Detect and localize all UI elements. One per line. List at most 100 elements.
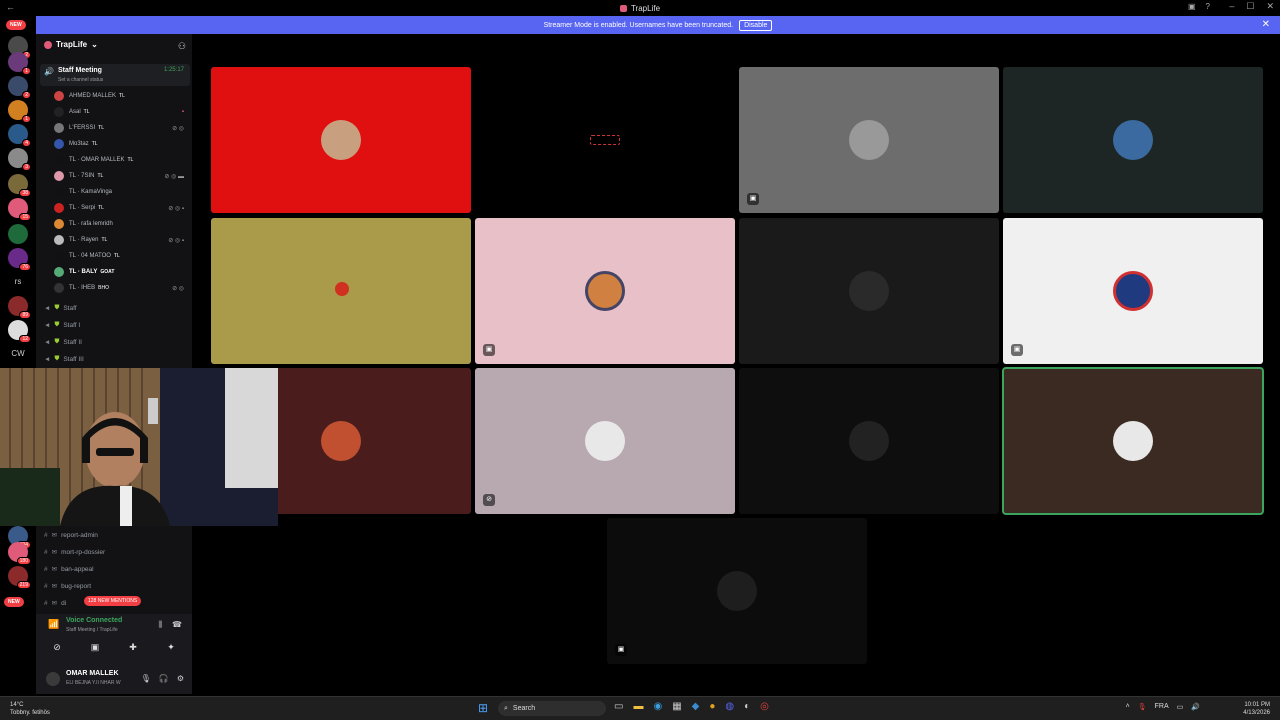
participant-tile-speaking[interactable] [1002, 367, 1264, 515]
text-channel-bug-report[interactable]: # ✉ bug-report [44, 579, 184, 593]
back-arrow-icon[interactable]: ← [6, 2, 15, 12]
weather-widget[interactable]: 14°C Tobbny. fetihös [10, 701, 50, 717]
voice-member[interactable]: TL · BALY GOAT [54, 265, 188, 279]
server-icon[interactable]: 1 [8, 100, 31, 123]
add-member-icon[interactable]: ⚇ [178, 41, 186, 52]
steam-icon[interactable]: ◐ [744, 701, 750, 712]
server-icon[interactable]: 15 [8, 198, 31, 221]
mail-icon: ✉ [51, 583, 58, 590]
activities-button[interactable]: ✚ [118, 642, 148, 658]
disable-button[interactable]: Disable [739, 19, 773, 31]
participant-tile[interactable] [739, 368, 999, 514]
voice-member[interactable]: TL · Rayen TL ⊘ ◎ ▪ [54, 233, 188, 247]
voice-member[interactable]: TL · 7SIN TL ⊘ ◎ ▬ [54, 169, 188, 183]
voice-member[interactable]: Asal TL ▪ [54, 105, 188, 119]
participant-tile[interactable]: ▣ [1003, 218, 1263, 364]
voice-channel-staff-meeting[interactable]: 🔊 Staff Meeting 1:25:17 Set a channel st… [40, 64, 190, 86]
chrome-icon[interactable]: ● [709, 701, 715, 712]
volume-icon[interactable]: 🔊 [1191, 703, 1200, 711]
speaker-icon: ◄ [44, 338, 51, 346]
participant-tile[interactable]: ⊘ [475, 368, 735, 514]
voice-location[interactable]: Staff Meeting / TrapLife [66, 627, 118, 633]
server-icon[interactable]: 38 [8, 174, 31, 197]
minimize-button[interactable]: – [1229, 1, 1234, 12]
server-icon[interactable]: 12 [8, 320, 31, 343]
participant-tile[interactable] [739, 218, 999, 364]
participant-tile[interactable] [475, 67, 735, 213]
text-channel-report-admin[interactable]: # ✉ report-admin [44, 528, 184, 542]
voice-connected-label[interactable]: Voice Connected [66, 617, 122, 624]
server-icon[interactable]: 4 [8, 124, 31, 147]
headphones-icon[interactable]: 🎧 [159, 674, 169, 683]
server-icon[interactable]: 3 [8, 148, 31, 171]
voice-member[interactable]: AHMED MALLEK TL [54, 89, 188, 103]
avatar[interactable] [46, 672, 60, 686]
avatar [1113, 421, 1153, 461]
app-icon[interactable]: ◆ [692, 701, 700, 712]
server-icon[interactable]: 89 [8, 296, 31, 319]
voice-channel-staff[interactable]: ◄ ⛊ Staff [44, 301, 184, 315]
task-view-icon[interactable]: ▭ [614, 701, 623, 712]
server-icon[interactable] [8, 224, 28, 244]
new-mentions-badge[interactable]: 128 NEW MENTIONS [84, 596, 142, 606]
gear-icon[interactable]: ⚙ [177, 674, 184, 683]
taskbar-search[interactable]: ⌕ Search [498, 701, 606, 716]
network-icon[interactable]: ▭ [1177, 703, 1184, 711]
screen-share-button[interactable]: ▣ [80, 642, 110, 658]
voice-member[interactable]: L'FERSSI TL ⊘ ◎ [54, 121, 188, 135]
camera-off-button[interactable]: ⊘ [42, 642, 72, 658]
voice-member[interactable]: TL · Serpi TL ⊘ ◎ ▪ [54, 201, 188, 215]
soundboard-button[interactable]: ✦ [156, 642, 186, 658]
windows-start-icon[interactable]: ⊞ [478, 701, 488, 715]
voice-member[interactable]: TL · 04 MATOO TL [54, 249, 188, 263]
microphone-icon[interactable]: 🎙 [1138, 703, 1147, 711]
live-stream-icon: ▣ [483, 344, 495, 356]
disconnect-icon[interactable]: ☎ [172, 620, 182, 630]
language-indicator[interactable]: FRA [1155, 703, 1169, 711]
server-icon[interactable]: 2 [8, 76, 31, 99]
noise-suppression-icon[interactable]: ⫼ [158, 620, 162, 630]
participant-tile[interactable] [211, 67, 471, 213]
edge-icon[interactable]: ◉ [653, 701, 662, 712]
voice-channel-staff-iii[interactable]: ◄ ⛊ Staff III [44, 352, 184, 366]
voice-member[interactable]: TL · OMAR MALLEK TL [54, 153, 188, 167]
channel-status-placeholder[interactable]: Set a channel status [58, 77, 103, 83]
search-icon: ⌕ [504, 704, 508, 712]
file-explorer-icon[interactable]: ▬ [633, 701, 643, 712]
voice-member[interactable]: Mo3taz TL [54, 137, 188, 151]
microphone-icon[interactable]: 🎙 [141, 674, 151, 683]
maximize-button[interactable]: ☐ [1246, 1, 1254, 12]
participant-tile[interactable]: ▣ [607, 518, 867, 664]
voice-channel-staff-ii[interactable]: ◄ ⛊ Staff II [44, 335, 184, 349]
participant-tile[interactable] [211, 218, 471, 364]
text-channel-mort-rp-dossier[interactable]: # ✉ mort-rp-dossier [44, 545, 184, 559]
participant-tile[interactable]: ▣ [739, 67, 999, 213]
clock[interactable]: 10:01 PM 4/13/2026 [1243, 701, 1270, 717]
signal-icon[interactable]: 📶 [48, 619, 59, 630]
voice-channel-staff-i[interactable]: ◄ ⛊ Staff I [44, 318, 184, 332]
inbox-icon[interactable]: ▣ [1188, 2, 1196, 11]
voice-member[interactable]: TL · IHEB BHO ⊘ ◎ [54, 281, 188, 295]
voice-member[interactable]: TL · rafa lemridh [54, 217, 188, 231]
server-icon[interactable]: 180 [8, 542, 31, 565]
server-text-rs[interactable]: rs [8, 272, 28, 292]
server-text-cw[interactable]: CW [8, 344, 28, 364]
text-channel-ban-appeal[interactable]: # ✉ ban-appeal [44, 562, 184, 576]
participant-tile[interactable] [1003, 67, 1263, 213]
close-icon[interactable]: ✕ [1262, 19, 1270, 30]
help-icon[interactable]: ? [1206, 2, 1210, 11]
close-window-button[interactable]: ✕ [1266, 1, 1274, 12]
server-header[interactable]: TrapLife ⌄ [44, 40, 98, 49]
store-icon[interactable]: ▦ [672, 701, 681, 712]
chevron-up-icon[interactable]: ˄ [1126, 703, 1130, 711]
voice-member[interactable]: TL · KamaVinga [54, 185, 188, 199]
app-icon[interactable]: ◎ [760, 701, 769, 712]
participant-tile[interactable]: ▣ [475, 218, 735, 364]
discord-icon[interactable]: ◍ [725, 701, 734, 712]
avatar [54, 155, 64, 165]
server-icon[interactable]: 1 [8, 52, 31, 75]
server-icon[interactable]: 219 [8, 566, 31, 589]
user-name[interactable]: OMAR MALLEK [66, 670, 119, 677]
server-icon[interactable]: 76 [8, 248, 31, 271]
hashtag-icon: # [44, 548, 48, 556]
